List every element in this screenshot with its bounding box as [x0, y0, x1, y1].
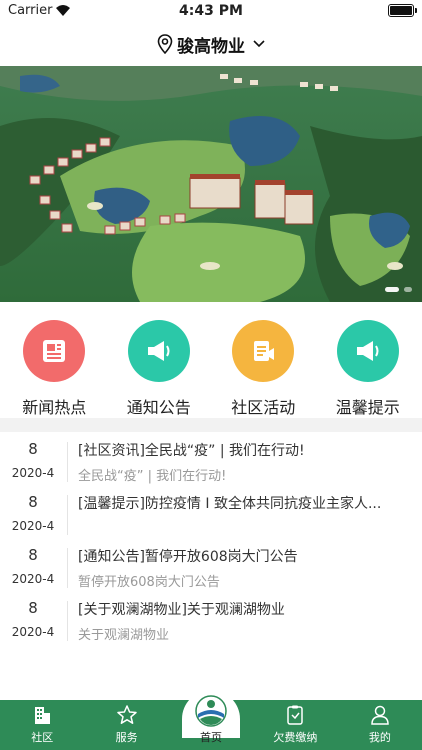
- chevron-down-icon: [253, 40, 265, 48]
- tab-community[interactable]: 社区: [0, 700, 84, 750]
- home-logo-icon: [195, 695, 227, 727]
- news-subtitle: 全民战“疫” | 我们在行动!: [78, 469, 227, 484]
- tab-mine[interactable]: 我的: [338, 700, 422, 750]
- divider: [67, 495, 68, 535]
- news-title: [温馨提示]防控疫情 I 致全体共同抗疫业主家人...: [78, 496, 382, 512]
- battery-icon: [388, 4, 417, 17]
- carousel-dot[interactable]: [404, 287, 412, 292]
- quick-activity-label: 社区活动: [231, 398, 296, 417]
- star-icon: [116, 705, 137, 724]
- megaphone-icon: [336, 320, 399, 382]
- status-bar: Carrier 4:43 PM: [0, 0, 422, 22]
- tab-mine-label: 我的: [368, 731, 391, 744]
- list-item[interactable]: 8 2020-4 [温馨提示]防控疫情 I 致全体共同抗疫业主家人...: [0, 489, 422, 542]
- tab-home-label: 首页: [200, 731, 223, 744]
- news-month: 2020-4: [11, 466, 55, 480]
- news-month: 2020-4: [11, 625, 55, 639]
- news-day: 8: [28, 546, 38, 564]
- quick-tips[interactable]: 温馨提示: [318, 320, 418, 418]
- quick-tips-label: 温馨提示: [335, 398, 400, 417]
- tab-service[interactable]: 服务: [84, 700, 168, 750]
- list-item[interactable]: 8 2020-4 [通知公告]暂停开放608岗大门公告 暂停开放608岗大门公告: [0, 542, 422, 595]
- user-icon: [371, 705, 389, 725]
- quick-notice-label: 通知公告: [126, 398, 191, 417]
- tab-payment-label: 欠费缴纳: [273, 731, 318, 744]
- news-title: [关于观澜湖物业]关于观澜湖物业: [78, 602, 285, 618]
- news-day: 8: [28, 599, 38, 617]
- bill-icon: [287, 705, 304, 725]
- banner-carousel[interactable]: [0, 66, 422, 302]
- divider: [67, 442, 68, 482]
- tab-service-label: 服务: [115, 731, 138, 744]
- carousel-dot-active[interactable]: [385, 287, 399, 292]
- quick-menu: 新闻热点 通知公告 社区活动 温馨提示: [0, 302, 422, 418]
- location-pin-icon: [157, 34, 173, 54]
- banner-image: [0, 66, 422, 302]
- news-title: [通知公告]暂停开放608岗大门公告: [78, 549, 298, 565]
- activity-doc-icon: [232, 320, 295, 382]
- news-month: 2020-4: [11, 519, 55, 533]
- location-selector[interactable]: 骏高物业: [0, 22, 422, 66]
- tab-community-label: 社区: [31, 731, 54, 744]
- tab-payment[interactable]: 欠费缴纳: [253, 700, 337, 750]
- divider: [67, 548, 68, 588]
- tab-home[interactable]: 首页: [169, 690, 253, 750]
- newspaper-icon: [23, 320, 86, 382]
- megaphone-icon: [127, 320, 190, 382]
- building-icon: [35, 707, 51, 724]
- news-day: 8: [28, 493, 38, 511]
- news-month: 2020-4: [11, 572, 55, 586]
- news-list: 8 2020-4 [社区资讯]全民战“疫” | 我们在行动! 全民战“疫” | …: [0, 436, 422, 648]
- section-divider: [0, 418, 422, 432]
- news-subtitle: 暂停开放608岗大门公告: [78, 575, 220, 590]
- quick-activity[interactable]: 社区活动: [213, 320, 313, 418]
- quick-notice[interactable]: 通知公告: [109, 320, 209, 418]
- tab-bar: 社区 服务 首页 欠费缴纳 我的: [0, 690, 422, 750]
- list-item[interactable]: 8 2020-4 [关于观澜湖物业]关于观澜湖物业 关于观澜湖物业: [0, 595, 422, 648]
- news-subtitle: 关于观澜湖物业: [78, 628, 170, 643]
- carousel-indicator[interactable]: [385, 287, 412, 292]
- quick-news-label: 新闻热点: [22, 398, 87, 417]
- property-name: 骏高物业: [177, 36, 245, 57]
- quick-news[interactable]: 新闻热点: [4, 320, 104, 418]
- news-day: 8: [28, 440, 38, 458]
- news-title: [社区资讯]全民战“疫” | 我们在行动!: [78, 443, 305, 459]
- status-time: 4:43 PM: [179, 3, 243, 19]
- list-item[interactable]: 8 2020-4 [社区资讯]全民战“疫” | 我们在行动! 全民战“疫” | …: [0, 436, 422, 489]
- divider: [67, 601, 68, 641]
